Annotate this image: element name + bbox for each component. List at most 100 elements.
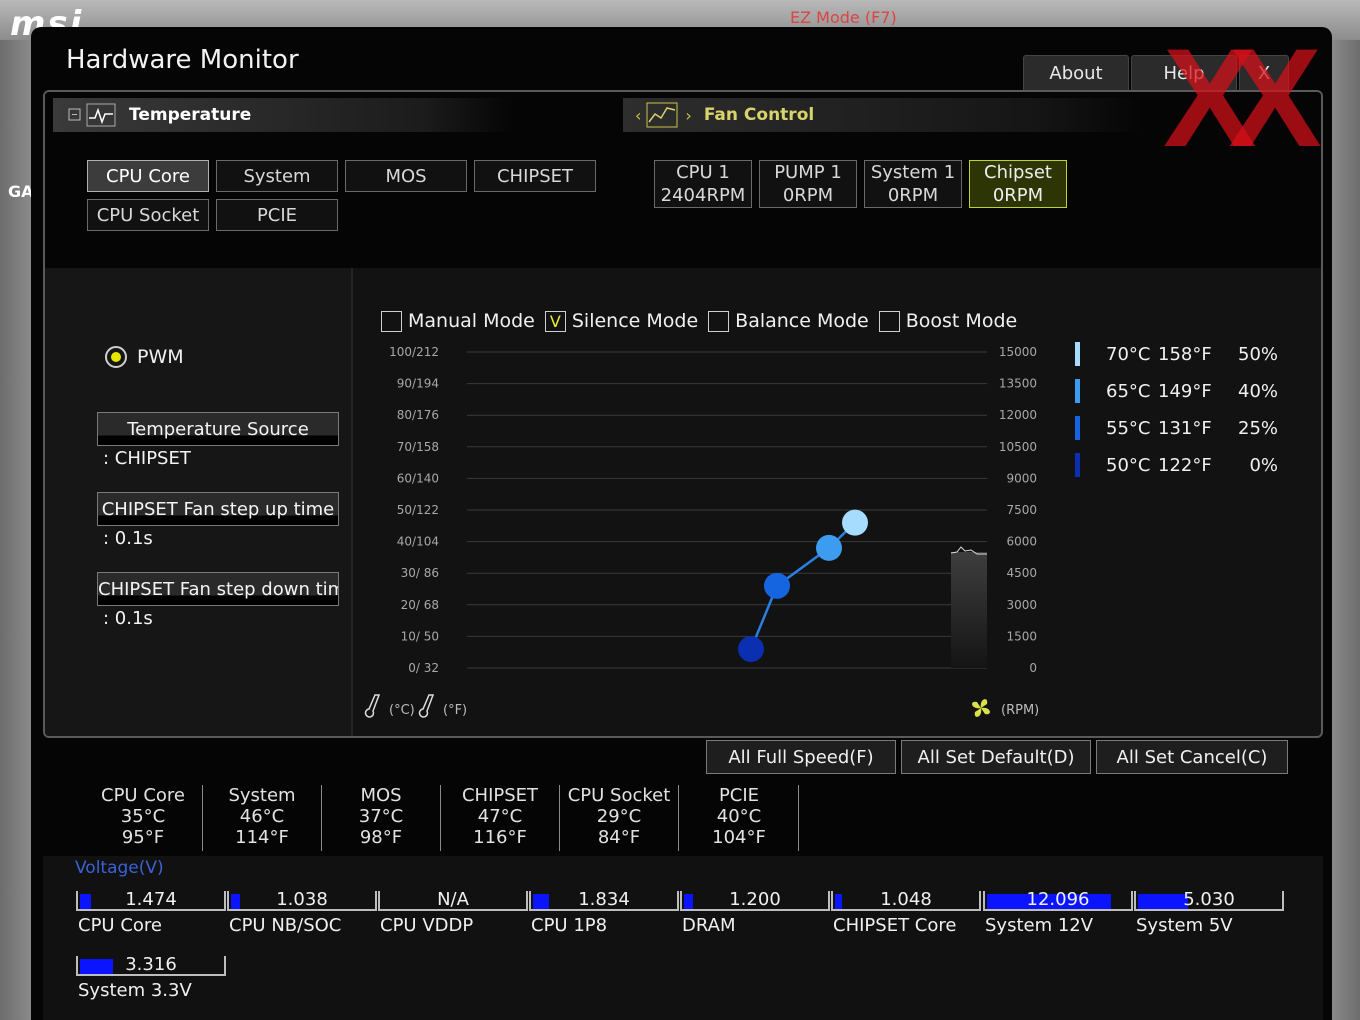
y-tick-label-temp: 30/ 86 bbox=[401, 566, 439, 580]
y-tick-label-rpm: 1500 bbox=[1006, 629, 1037, 643]
temp-celsius: 29°C bbox=[596, 806, 642, 827]
voltage-bar: 1.834 bbox=[529, 889, 679, 911]
bios-right-background bbox=[1330, 40, 1360, 1020]
voltage-value: 1.474 bbox=[125, 889, 177, 910]
temp-readout-system: System 46°C 114°F bbox=[203, 785, 322, 851]
all-full-speed-button[interactable]: All Full Speed(F) bbox=[706, 740, 896, 774]
voltage-value: 12.096 bbox=[1026, 889, 1090, 910]
temp-name: MOS bbox=[360, 785, 402, 806]
temp-celsius: 35°C bbox=[120, 806, 166, 827]
voltage-bar: 1.048 bbox=[831, 889, 981, 911]
all-set-cancel-button[interactable]: All Set Cancel(C) bbox=[1096, 740, 1288, 774]
legend-fahrenheit: 158°F bbox=[1158, 343, 1212, 365]
y-tick-label-rpm: 3000 bbox=[1006, 598, 1037, 612]
temp-fahrenheit: 116°F bbox=[473, 827, 527, 848]
watermark-logo: XX bbox=[1163, 19, 1322, 176]
legend-celsius: 65°C bbox=[1106, 380, 1151, 402]
y-tick-label-rpm: 15000 bbox=[999, 345, 1037, 359]
y-tick-label-rpm: 10500 bbox=[999, 440, 1037, 454]
y-tick-label-temp: 20/ 68 bbox=[401, 598, 439, 612]
temp-fahrenheit: 95°F bbox=[121, 827, 165, 848]
hardware-monitor-window: Hardware Monitor About Help X Temperatur… bbox=[31, 19, 1332, 1020]
legend-row: 55°C 131°F 25% bbox=[1075, 415, 1278, 441]
fan-curve-point[interactable] bbox=[842, 509, 868, 536]
temp-readout-pcie: PCIE 40°C 104°F bbox=[680, 785, 799, 851]
y-tick-label-temp: 80/176 bbox=[397, 408, 439, 422]
voltage-label: CPU 1P8 bbox=[531, 915, 608, 936]
y-tick-label-rpm: 12000 bbox=[999, 408, 1037, 422]
fan-curve-point[interactable] bbox=[738, 636, 764, 663]
legend-percent: 50% bbox=[1238, 343, 1279, 365]
voltage-bar: 1.200 bbox=[680, 889, 830, 911]
temp-name: PCIE bbox=[718, 785, 760, 806]
fahrenheit-thermometer-icon bbox=[418, 694, 435, 718]
legend-celsius: 55°C bbox=[1106, 417, 1151, 439]
fahrenheit-unit: (°F) bbox=[443, 703, 467, 718]
temp-celsius: 46°C bbox=[239, 806, 285, 827]
voltage-value: 5.030 bbox=[1183, 889, 1235, 910]
voltage-value: 1.200 bbox=[729, 889, 781, 910]
voltage-bar: 1.474 bbox=[76, 889, 226, 911]
voltage-bar: 3.316 bbox=[76, 954, 226, 976]
side-label: GA bbox=[8, 182, 34, 201]
temp-fahrenheit: 104°F bbox=[712, 827, 766, 848]
temp-readout-mos: MOS 37°C 98°F bbox=[322, 785, 441, 851]
voltage-label: CPU Core bbox=[78, 915, 162, 936]
voltage-label: System 12V bbox=[985, 915, 1094, 936]
rpm-level-bar bbox=[951, 552, 987, 668]
y-tick-label-rpm: 13500 bbox=[999, 377, 1037, 391]
y-tick-label-rpm: 6000 bbox=[1006, 535, 1037, 549]
legend-color bbox=[1075, 453, 1080, 477]
voltage-label: System 3.3V bbox=[78, 980, 192, 1001]
legend-color bbox=[1075, 416, 1080, 440]
legend-percent: 25% bbox=[1238, 417, 1279, 439]
voltage-title: Voltage(V) bbox=[75, 858, 164, 878]
legend-percent: 40% bbox=[1238, 380, 1279, 402]
y-tick-label-rpm: 0 bbox=[1029, 661, 1037, 675]
fan-curve-point[interactable] bbox=[816, 534, 842, 561]
legend-fahrenheit: 122°F bbox=[1158, 454, 1212, 476]
legend-celsius: 50°C bbox=[1106, 454, 1151, 476]
y-tick-label-temp: 40/104 bbox=[397, 535, 439, 549]
window-title: Hardware Monitor bbox=[66, 45, 299, 75]
temp-readout-chipset: CHIPSET 47°C 116°F bbox=[441, 785, 560, 851]
temp-name: CHIPSET bbox=[461, 785, 539, 806]
ez-mode-link[interactable]: EZ Mode (F7) bbox=[790, 8, 897, 27]
y-tick-label-rpm: 7500 bbox=[1006, 503, 1037, 517]
y-tick-label-temp: 70/158 bbox=[397, 440, 439, 454]
temp-celsius: 47°C bbox=[477, 806, 523, 827]
voltage-value: 1.048 bbox=[880, 889, 932, 910]
temp-name: CPU Core bbox=[101, 785, 185, 806]
legend-row: 50°C 122°F 0% bbox=[1075, 452, 1278, 478]
y-tick-label-rpm: 9000 bbox=[1006, 471, 1037, 485]
legend-row: 70°C 158°F 50% bbox=[1075, 341, 1278, 367]
all-set-default-button[interactable]: All Set Default(D) bbox=[901, 740, 1091, 774]
legend-color bbox=[1075, 379, 1080, 403]
temp-readout-cpu-core: CPU Core 35°C 95°F bbox=[84, 785, 203, 851]
voltage-value: 3.316 bbox=[125, 954, 177, 975]
temp-celsius: 40°C bbox=[716, 806, 762, 827]
y-tick-label-temp: 50/122 bbox=[397, 503, 439, 517]
temp-name: System bbox=[228, 785, 296, 806]
temp-fahrenheit: 84°F bbox=[597, 827, 641, 848]
voltage-label: DRAM bbox=[682, 915, 736, 936]
voltage-value: N/A bbox=[437, 889, 469, 910]
voltage-section: Voltage(V) 1.474 CPU Core 1.038 CPU NB/SOC N… bbox=[43, 856, 1323, 1020]
legend-color bbox=[1075, 342, 1080, 366]
voltage-value: 1.038 bbox=[276, 889, 328, 910]
legend-fahrenheit: 149°F bbox=[1158, 380, 1212, 402]
celsius-thermometer-icon bbox=[364, 694, 381, 718]
y-tick-label-temp: 90/194 bbox=[397, 377, 439, 391]
fan-curve-point[interactable] bbox=[764, 572, 790, 599]
fan-icon bbox=[972, 699, 990, 717]
temp-celsius: 37°C bbox=[358, 806, 404, 827]
legend-percent: 0% bbox=[1249, 454, 1278, 476]
legend-fahrenheit: 131°F bbox=[1158, 417, 1212, 439]
fan-curve-chart[interactable]: 100/212 1500090/194 1350080/176 1200070/158… bbox=[45, 92, 1321, 736]
voltage-label: CHIPSET Core bbox=[833, 915, 957, 936]
legend-row: 65°C 149°F 40% bbox=[1075, 378, 1278, 404]
temp-fahrenheit: 98°F bbox=[359, 827, 403, 848]
fan-control-panel: Temperature ‹ › Fan Control CPU Core Sys… bbox=[43, 90, 1323, 738]
about-button[interactable]: About bbox=[1023, 55, 1129, 91]
voltage-bar: 5.030 bbox=[1134, 889, 1284, 911]
